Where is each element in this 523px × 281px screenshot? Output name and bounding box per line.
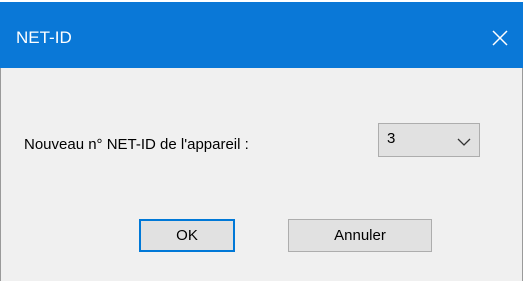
dialog-body: Nouveau n° NET-ID de l'appareil : 3 OK A… (0, 68, 523, 281)
netid-label: Nouveau n° NET-ID de l'appareil : (24, 136, 249, 153)
title-bar-top-edge (0, 0, 523, 2)
netid-selected-value: 3 (387, 130, 396, 147)
dialog-window: NET-ID Nouveau n° NET-ID de l'appareil :… (0, 0, 523, 281)
ok-button[interactable]: OK (139, 219, 235, 252)
window-title: NET-ID (16, 28, 72, 47)
chevron-down-icon (457, 134, 471, 152)
cancel-button[interactable]: Annuler (288, 219, 432, 252)
title-bar[interactable]: NET-ID (0, 0, 523, 68)
netid-select[interactable]: 3 (378, 123, 480, 157)
close-button[interactable] (483, 22, 517, 54)
close-icon (491, 29, 509, 47)
